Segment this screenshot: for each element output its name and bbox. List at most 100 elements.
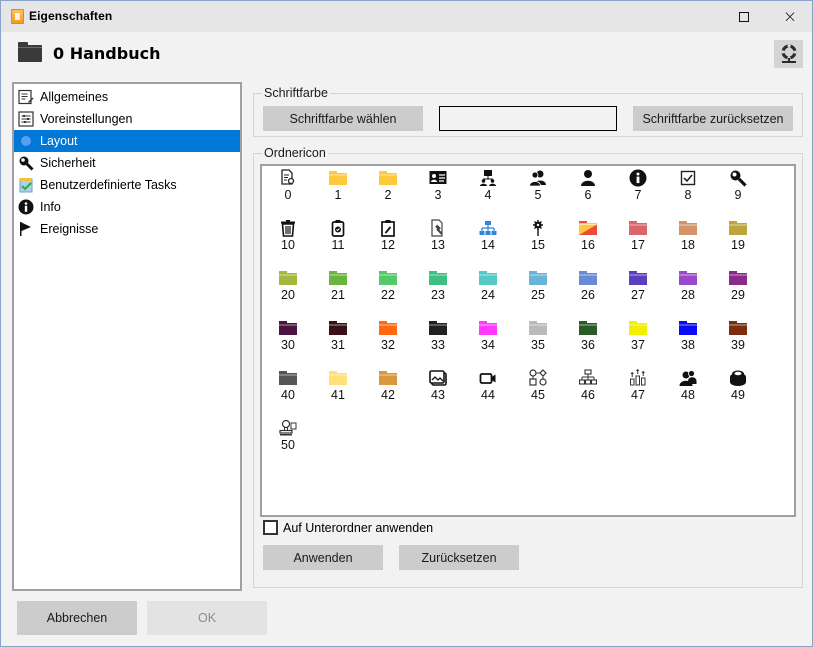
nav-item-allgemeines[interactable]: Allgemeines [14, 86, 240, 108]
choose-font-color-button[interactable]: Schriftfarbe wählen [263, 106, 423, 131]
icon-number-label: 17 [631, 238, 645, 252]
app-document-icon [11, 9, 24, 24]
folder-icon-option[interactable]: 7 [613, 166, 663, 216]
icon-number-label: 23 [431, 288, 445, 302]
icon-number-label: 20 [281, 288, 295, 302]
nav-item-benutzerdefinierte-tasks[interactable]: Benutzerdefinierte Tasks [14, 174, 240, 196]
icon-number-label: 11 [331, 238, 345, 252]
apply-subfolders-row[interactable]: Auf Unterordner anwenden [263, 520, 433, 535]
folder-icon-option[interactable]: 1 [313, 166, 363, 216]
folder-icon-option[interactable]: 23 [413, 266, 463, 316]
folder-icon-option[interactable]: 49 [713, 366, 763, 416]
folder-icon-option[interactable]: 35 [513, 316, 563, 366]
nav-item-voreinstellungen[interactable]: Voreinstellungen [14, 108, 240, 130]
apply-subfolders-checkbox[interactable] [263, 520, 278, 535]
folder-icon-option[interactable]: 16 [563, 216, 613, 266]
folder-icon-option[interactable]: 22 [363, 266, 413, 316]
folder-icon-option[interactable]: 19 [713, 216, 763, 266]
close-button[interactable]: × [767, 1, 813, 33]
folder-icon-option[interactable]: 47 [613, 366, 663, 416]
apply-button[interactable]: Anwenden [263, 545, 383, 570]
nav-item-ereignisse[interactable]: Ereignisse [14, 218, 240, 240]
folder-icon-option[interactable]: 3 [413, 166, 463, 216]
reset-font-color-button[interactable]: Schriftfarbe zurücksetzen [633, 106, 793, 131]
icon-number-label: 28 [681, 288, 695, 302]
maximize-button[interactable] [721, 1, 767, 33]
folder-icon-option[interactable]: 10 [263, 216, 313, 266]
nav-item-info[interactable]: Info [14, 196, 240, 218]
folder-icon-option[interactable]: 41 [313, 366, 363, 416]
icon-number-label: 10 [281, 238, 295, 252]
folder-icon-option[interactable]: 24 [463, 266, 513, 316]
flag-icon [18, 221, 34, 237]
bar-chart-arrows-icon [629, 369, 647, 387]
org-chart-icon [579, 369, 597, 387]
folder-icon-option[interactable]: 26 [563, 266, 613, 316]
folder-icon-option[interactable]: 29 [713, 266, 763, 316]
icon-number-label: 19 [731, 238, 745, 252]
folder-icon-option[interactable]: 38 [663, 316, 713, 366]
dot-icon [18, 133, 34, 149]
folder-icon-option[interactable]: 6 [563, 166, 613, 216]
task-icon [18, 177, 34, 193]
checkbox-icon [679, 169, 697, 187]
colored-folder-icon [479, 319, 497, 337]
folder-icon-option[interactable]: 42 [363, 366, 413, 416]
colored-folder-icon [629, 269, 647, 287]
folder-icon-option[interactable]: 28 [663, 266, 713, 316]
folder-icon-option[interactable]: 17 [613, 216, 663, 266]
folder-icon-option[interactable]: 43 [413, 366, 463, 416]
folder-icon-option[interactable]: 20 [263, 266, 313, 316]
colored-folder-icon [529, 319, 547, 337]
folder-icon-option[interactable]: 44 [463, 366, 513, 416]
folder-icon-option[interactable]: 34 [463, 316, 513, 366]
folder-icon-option[interactable]: 5 [513, 166, 563, 216]
folder-icon-option[interactable]: 45 [513, 366, 563, 416]
folder-icon-option[interactable]: 36 [563, 316, 613, 366]
folder-icon-option[interactable]: 0 [263, 166, 313, 216]
folder-icon-option[interactable]: 15 [513, 216, 563, 266]
folder-icon-option[interactable]: 14 [463, 216, 513, 266]
cancel-button[interactable]: Abbrechen [17, 601, 137, 635]
folder-icon-option[interactable]: 46 [563, 366, 613, 416]
folder-icon-option[interactable]: 11 [313, 216, 363, 266]
folder-icon-option[interactable]: 13 [413, 216, 463, 266]
folder-icon-option[interactable]: 33 [413, 316, 463, 366]
folder-icon-option[interactable]: 30 [263, 316, 313, 366]
coin-stack-icon [729, 369, 747, 387]
folder-icon-option[interactable]: 32 [363, 316, 413, 366]
nav-item-label: Benutzerdefinierte Tasks [40, 178, 177, 192]
nav-item-label: Voreinstellungen [40, 112, 133, 126]
icon-number-label: 6 [584, 188, 592, 202]
folder-icon-option[interactable]: 27 [613, 266, 663, 316]
folder-icon-option[interactable]: 8 [663, 166, 713, 216]
colored-folder-icon [429, 269, 447, 287]
icon-number-label: 33 [431, 338, 445, 352]
reset-button[interactable]: Zurücksetzen [399, 545, 519, 570]
folder-icon-option[interactable]: 50 [263, 416, 313, 466]
folder-icon-option[interactable]: 4 [463, 166, 513, 216]
folder-icon-option[interactable]: 48 [663, 366, 713, 416]
nav-item-layout[interactable]: Layout [14, 130, 240, 152]
folder-icon-option[interactable]: 12 [363, 216, 413, 266]
folder-icon-option[interactable]: 21 [313, 266, 363, 316]
nav-item-sicherheit[interactable]: Sicherheit [14, 152, 240, 174]
folder-icon-option[interactable]: 40 [263, 366, 313, 416]
folder-icon-option[interactable]: 2 [363, 166, 413, 216]
clipboard-edit-icon [379, 219, 397, 237]
folder-icon-option[interactable]: 39 [713, 316, 763, 366]
folder-icon-option[interactable]: 9 [713, 166, 763, 216]
icon-number-label: 26 [581, 288, 595, 302]
folder-icon-option[interactable]: 18 [663, 216, 713, 266]
folder-icon-option[interactable]: 25 [513, 266, 563, 316]
font-color-preview [439, 106, 617, 131]
folder-icon-option[interactable]: 31 [313, 316, 363, 366]
help-button[interactable] [774, 40, 803, 68]
icon-number-label: 3 [434, 188, 442, 202]
colored-folder-icon [579, 319, 597, 337]
ok-button[interactable]: OK [147, 601, 267, 635]
colored-folder-icon [679, 319, 697, 337]
colored-folder-icon [279, 319, 297, 337]
folder-icon-option[interactable]: 37 [613, 316, 663, 366]
clipboard-check-icon [329, 219, 347, 237]
